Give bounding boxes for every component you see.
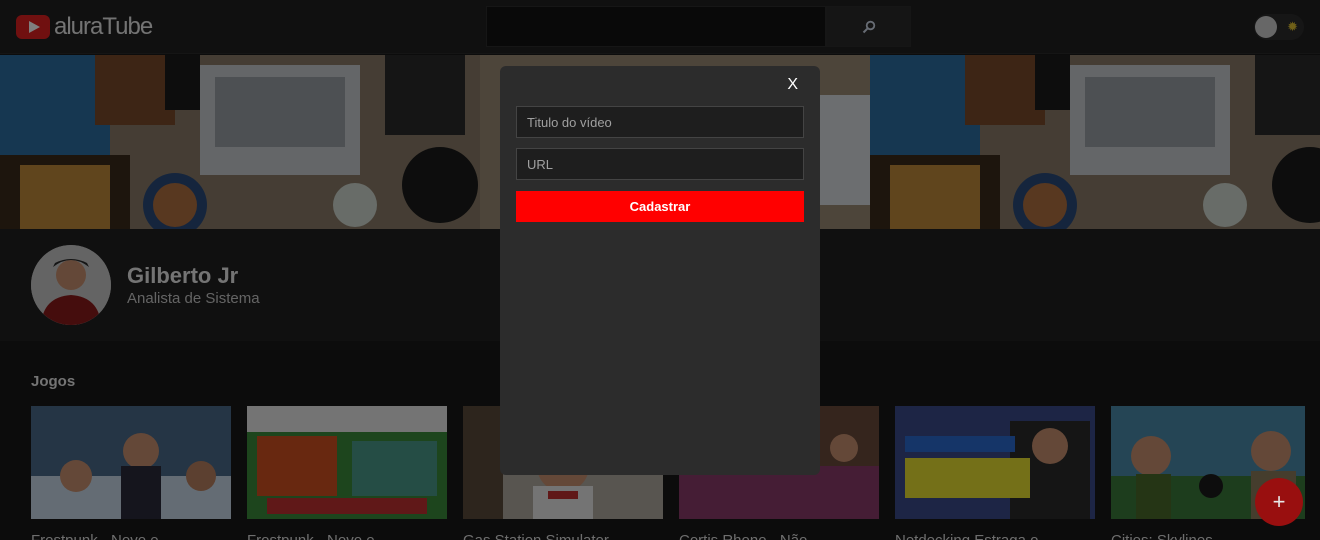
submit-button[interactable]: Cadastrar [516, 191, 804, 222]
page: aluraTube ✹ [0, 0, 1320, 540]
video-title-input[interactable] [516, 106, 804, 138]
close-button[interactable]: X [787, 76, 798, 94]
video-url-input[interactable] [516, 148, 804, 180]
register-video-modal: X Cadastrar [500, 66, 820, 475]
add-video-button[interactable]: + [1255, 478, 1303, 526]
